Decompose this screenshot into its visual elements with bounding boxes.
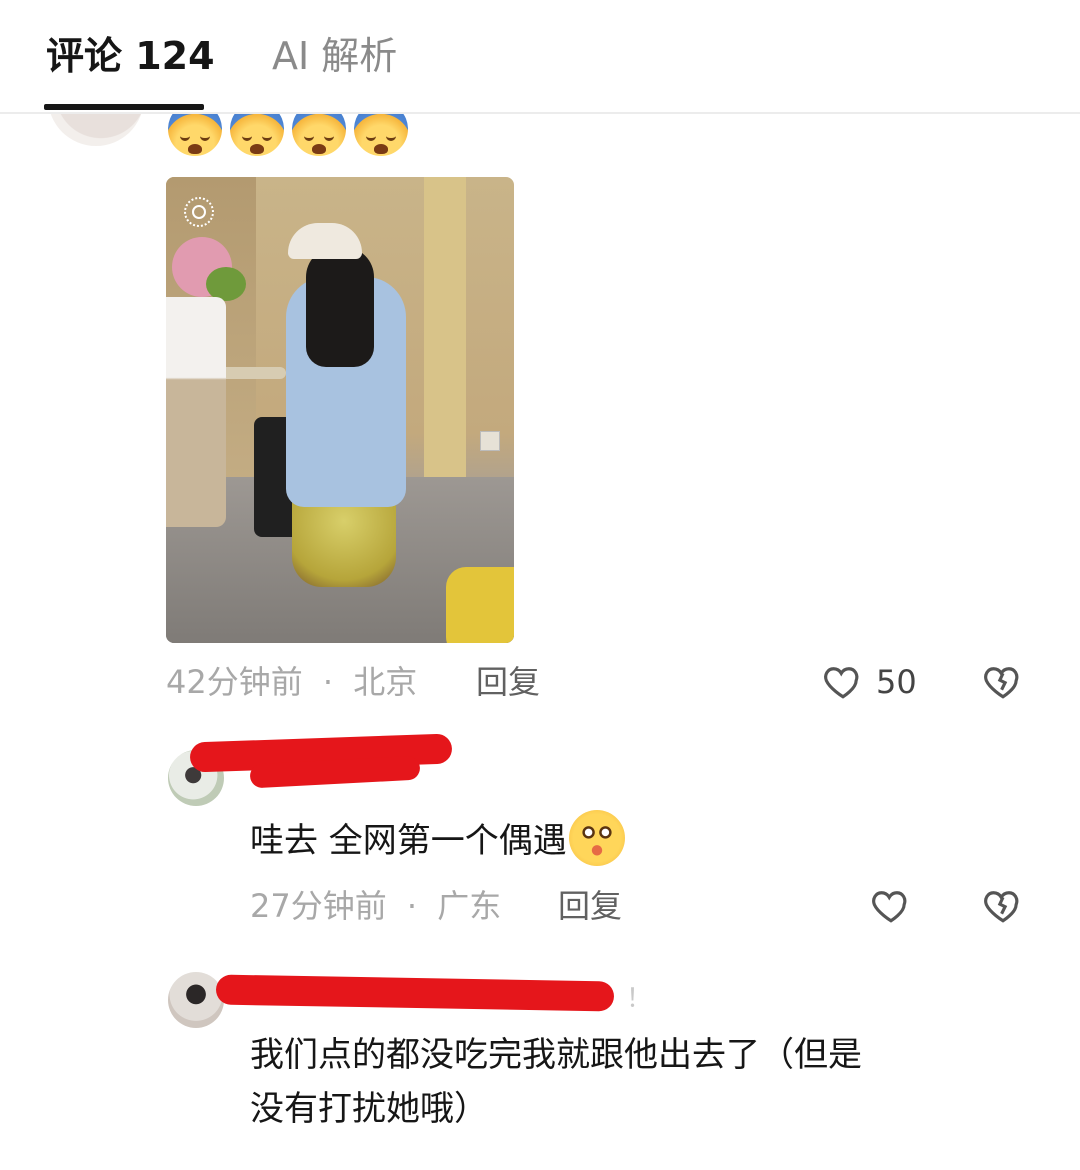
crying-face-emoji-icon: [292, 114, 346, 158]
crying-face-emoji-icon: [230, 114, 284, 158]
reply-button[interactable]: 回复: [476, 662, 540, 702]
crying-face-emoji-icon: [354, 114, 408, 158]
comment-meta: 42分钟前 · 北京: [166, 662, 417, 702]
username-trailing: ！: [626, 984, 653, 1014]
scroll-cutoff: [0, 1160, 1080, 1170]
comment-photo[interactable]: [166, 177, 514, 643]
comment-location: 北京: [353, 663, 418, 701]
avatar[interactable]: [168, 972, 224, 1028]
like-heart-icon[interactable]: [870, 884, 912, 926]
like-heart-icon[interactable]: [822, 660, 864, 702]
comment-time: 42分钟前: [166, 663, 303, 701]
comment-text: 哇去 全网第一个偶遇: [250, 810, 625, 868]
comment-tabs: 评论 124 AI 解析: [0, 0, 1080, 114]
comment-time: 27分钟前: [250, 887, 387, 925]
active-tab-indicator: [44, 104, 204, 110]
comment-location: 广东: [437, 887, 502, 925]
dislike-broken-heart-icon[interactable]: [982, 884, 1024, 926]
pleading-face-emoji-icon: [568, 810, 625, 866]
separator: ·: [406, 887, 418, 925]
dislike-broken-heart-icon[interactable]: [982, 660, 1024, 702]
live-photo-icon: [184, 197, 214, 227]
like-count: 50: [876, 663, 917, 701]
redaction-mark: [215, 974, 615, 1012]
tab-ai-analysis[interactable]: AI 解析: [272, 32, 397, 80]
tab-comments[interactable]: 评论 124: [46, 32, 215, 80]
reply-button[interactable]: 回复: [558, 886, 622, 926]
crying-face-emoji-icon: [168, 114, 222, 158]
separator: ·: [322, 663, 334, 701]
comment-text: 我们点的都没吃完我就跟他出去了（但是 没有打扰她哦）: [250, 1035, 862, 1129]
emoji-row: [168, 114, 408, 158]
comment-meta: 27分钟前 · 广东: [250, 886, 501, 926]
